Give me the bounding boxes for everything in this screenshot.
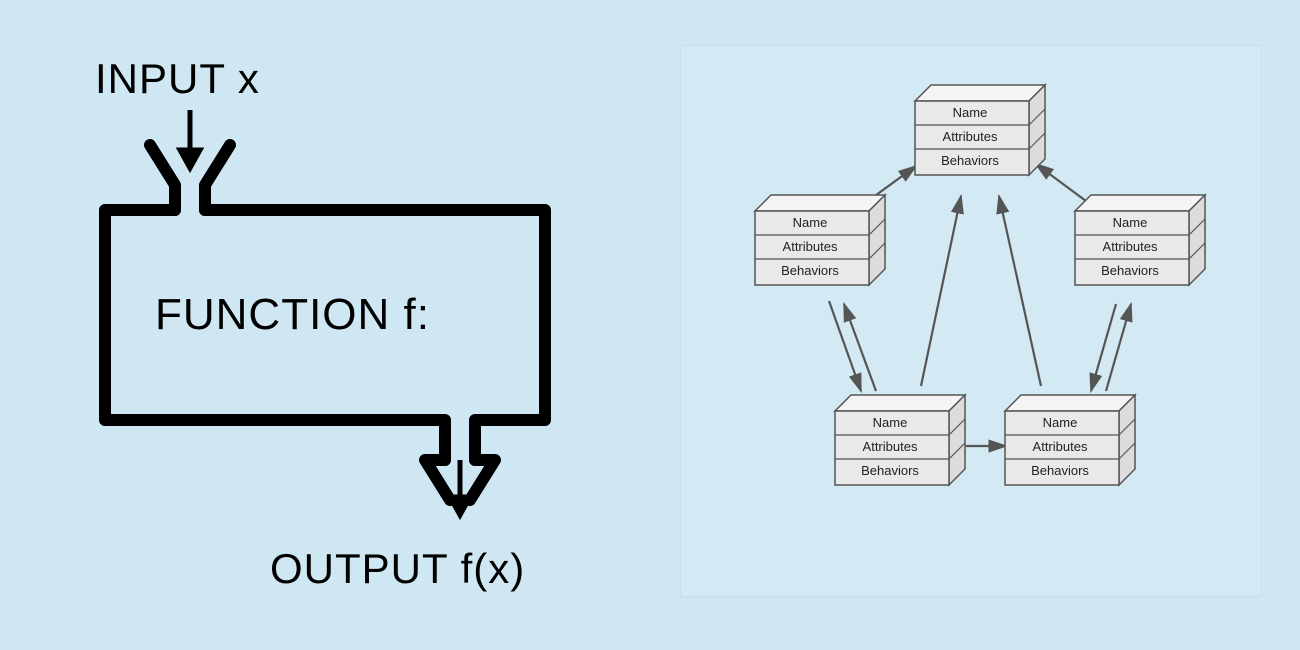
- cube-row-behaviors: Behaviors: [915, 153, 1025, 168]
- function-label: FUNCTION f:: [155, 290, 430, 340]
- cube-row-attributes: Attributes: [915, 129, 1025, 144]
- cube-row-behaviors: Behaviors: [755, 263, 865, 278]
- oop-diagram-panel: Name Attributes Behaviors Name Attribute…: [680, 45, 1262, 597]
- input-label: INPUT x: [95, 55, 260, 103]
- cube-row-behaviors: Behaviors: [1075, 263, 1185, 278]
- cube-row-attributes: Attributes: [755, 239, 865, 254]
- cube-row-attributes: Attributes: [1005, 439, 1115, 454]
- cube-row-behaviors: Behaviors: [835, 463, 945, 478]
- cube-row-attributes: Attributes: [835, 439, 945, 454]
- cube-row-name: Name: [1075, 215, 1185, 230]
- cube-row-behaviors: Behaviors: [1005, 463, 1115, 478]
- cube-row-name: Name: [755, 215, 865, 230]
- cube-row-name: Name: [835, 415, 945, 430]
- cube-row-name: Name: [1005, 415, 1115, 430]
- cube-row-attributes: Attributes: [1075, 239, 1185, 254]
- output-label: OUTPUT f(x): [270, 545, 525, 593]
- cube-row-name: Name: [915, 105, 1025, 120]
